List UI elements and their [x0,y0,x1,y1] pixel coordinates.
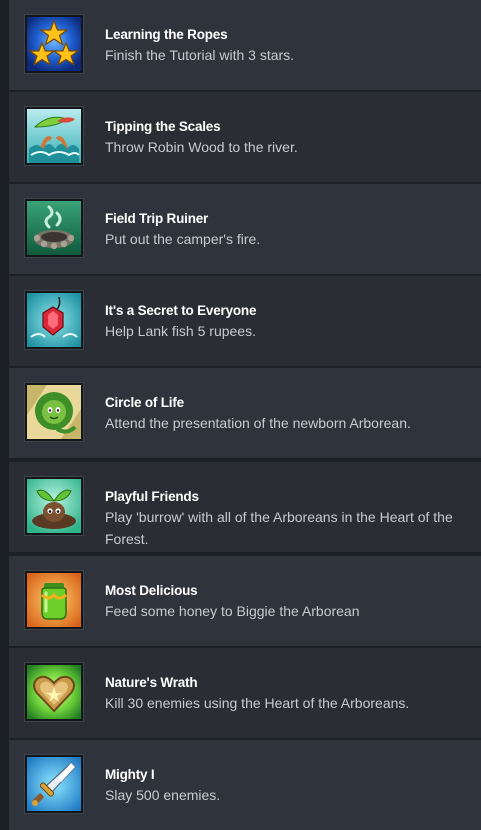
achievement-row: Most Delicious Feed some honey to Biggie… [9,556,481,646]
achievement-icon-frame [24,290,84,350]
achievement-title: Playful Friends [105,489,199,504]
rupee-fishing-icon [27,293,81,347]
achievement-description: Throw Robin Wood to the river. [105,139,298,155]
achievement-icon-frame [24,570,84,630]
achievement-icon-frame [24,476,84,536]
achievement-row: Playful Friends Play 'burrow' with all o… [9,462,481,552]
achievement-description: Feed some honey to Biggie the Arborean [105,603,360,619]
achievement-description: Slay 500 enemies. [105,787,221,803]
sword-icon [27,757,81,811]
achievement-row: It's a Secret to Everyone Help Lank fish… [9,276,481,366]
achievement-description: Play 'burrow' with all of the Arboreans … [105,509,453,547]
achievement-icon-frame [24,754,84,814]
achievement-description: Help Lank fish 5 rupees. [105,323,256,339]
achievement-description: Kill 30 enemies using the Heart of the A… [105,695,410,711]
achievement-title: It's a Secret to Everyone [105,303,257,318]
achievement-row: Nature's Wrath Kill 30 enemies using the… [9,648,481,738]
three-stars-icon [27,17,81,71]
achievement-row: Learning the Ropes Finish the Tutorial w… [9,0,481,90]
achievement-row: Field Trip Ruiner Put out the camper's f… [9,184,481,274]
achievement-icon-frame [24,14,84,74]
wooden-heart-icon [27,665,81,719]
achievement-description: Finish the Tutorial with 3 stars. [105,47,295,63]
achievement-row: Tipping the Scales Throw Robin Wood to t… [9,92,481,182]
achievement-title: Field Trip Ruiner [105,211,209,226]
achievement-title: Nature's Wrath [105,675,198,690]
achievement-icon-frame [24,382,84,442]
achievement-icon-frame [24,106,84,166]
achievement-row: Circle of Life Attend the presentation o… [9,368,481,458]
achievement-icon-frame [24,198,84,258]
achievement-icon-frame [24,662,84,722]
achievement-title: Mighty I [105,767,155,782]
achievement-title: Tipping the Scales [105,119,221,134]
achievement-title: Most Delicious [105,583,198,598]
achievement-title: Circle of Life [105,395,184,410]
sprout-creature-icon [27,479,81,533]
achievement-title: Learning the Ropes [105,27,228,42]
honey-jar-icon [27,573,81,627]
achievement-description: Attend the presentation of the newborn A… [105,415,411,431]
campfire-smoke-icon [27,201,81,255]
river-splash-icon [27,109,81,163]
achievement-description: Put out the camper's fire. [105,231,261,247]
lion-arborean-icon [27,385,81,439]
